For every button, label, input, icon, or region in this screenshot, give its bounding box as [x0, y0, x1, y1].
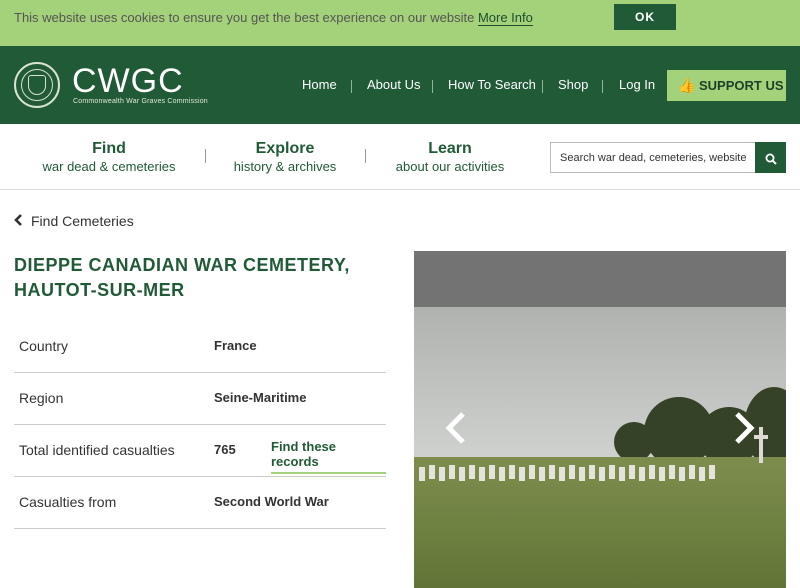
- page-title: DIEPPE CANADIAN WAR CEMETERY, HAUTOT-SUR…: [14, 255, 350, 300]
- section-learn-subtitle: about our activities: [395, 159, 505, 174]
- detail-label: Total identified casualties: [19, 442, 175, 458]
- back-to-find-cemeteries[interactable]: Find Cemeteries: [14, 213, 134, 229]
- headstone-graphic: [539, 467, 545, 481]
- search-button[interactable]: [755, 142, 786, 173]
- headstone-graphic: [589, 465, 595, 479]
- carousel-next-button[interactable]: [732, 411, 756, 451]
- headstone-graphic: [529, 465, 535, 479]
- nav-divider: [602, 80, 603, 93]
- section-learn[interactable]: Learn about our activities: [390, 140, 510, 175]
- headstone-graphic: [469, 465, 475, 479]
- headstone-graphic: [709, 465, 715, 479]
- headstone-graphic: [449, 465, 455, 479]
- carousel-prev-button[interactable]: [444, 411, 468, 451]
- detail-row-casualties: Total identified casualties 765 Find the…: [14, 425, 386, 477]
- search-icon: [765, 153, 777, 165]
- detail-row-country: Country France: [14, 321, 386, 373]
- headstone-graphic: [649, 465, 655, 479]
- headstone-graphic: [459, 467, 465, 481]
- headstone-graphic: [679, 467, 685, 481]
- nav-divider: [542, 80, 543, 93]
- headstone-rows-graphic: [414, 462, 715, 484]
- headstone-graphic: [689, 465, 695, 479]
- section-find-subtitle: war dead & cemeteries: [42, 159, 176, 174]
- cookie-message: This website uses cookies to ensure you …: [14, 10, 533, 26]
- section-divider: [365, 149, 366, 163]
- detail-label: Region: [19, 390, 64, 406]
- nav-shop[interactable]: Shop: [558, 77, 588, 92]
- headstone-graphic: [619, 467, 625, 481]
- section-explore[interactable]: Explore history & archives: [228, 140, 342, 175]
- nav-divider: [351, 80, 352, 93]
- chevron-right-icon: [735, 412, 755, 444]
- headstone-graphic: [509, 465, 515, 479]
- cemetery-details: Country France Region Seine-Maritime Tot…: [14, 321, 386, 529]
- support-us-button[interactable]: 👍 SUPPORT US: [667, 70, 786, 101]
- cemetery-image-carousel[interactable]: [414, 251, 786, 588]
- detail-label: Casualties from: [19, 494, 117, 510]
- cemetery-photo: [414, 307, 786, 588]
- back-link-label: Find Cemeteries: [31, 213, 134, 229]
- nav-about-us[interactable]: About Us: [367, 77, 420, 92]
- headstone-graphic: [579, 467, 585, 481]
- headstone-graphic: [669, 465, 675, 479]
- section-learn-title: Learn: [428, 140, 472, 157]
- support-us-label: SUPPORT US: [699, 78, 784, 93]
- logo-subtitle: Commonwealth War Graves Commission: [73, 98, 208, 105]
- headstone-graphic: [569, 465, 575, 479]
- detail-value: Seine-Maritime: [214, 390, 307, 405]
- chevron-left-icon: [14, 214, 22, 226]
- section-find-title: Find: [92, 140, 126, 157]
- headstone-graphic: [699, 467, 705, 481]
- section-find[interactable]: Find war dead & cemeteries: [40, 140, 178, 175]
- headstone-graphic: [429, 465, 435, 479]
- headstone-graphic: [639, 467, 645, 481]
- section-explore-title: Explore: [255, 140, 315, 157]
- cookie-text: This website uses cookies to ensure you …: [14, 10, 475, 25]
- headstone-graphic: [479, 467, 485, 481]
- detail-row-region: Region Seine-Maritime: [14, 373, 386, 425]
- nav-how-to-search[interactable]: How To Search: [448, 77, 536, 92]
- headstone-graphic: [489, 465, 495, 479]
- nav-divider: [432, 80, 433, 93]
- nav-home[interactable]: Home: [302, 77, 337, 92]
- headstone-graphic: [499, 467, 505, 481]
- headstone-graphic: [439, 467, 445, 481]
- chevron-left-icon: [445, 412, 465, 444]
- section-nav: Find war dead & cemeteries Explore histo…: [0, 124, 800, 190]
- headstone-graphic: [559, 467, 565, 481]
- detail-value: France: [214, 338, 257, 353]
- cookie-banner: This website uses cookies to ensure you …: [0, 0, 800, 46]
- more-info-link[interactable]: More Info: [477, 10, 533, 26]
- headstone-graphic: [419, 467, 425, 481]
- section-divider: [205, 149, 206, 163]
- cookie-ok-button[interactable]: OK: [614, 4, 676, 30]
- search-input[interactable]: [550, 142, 756, 173]
- headstone-graphic: [519, 467, 525, 481]
- nav-log-in[interactable]: Log In: [619, 77, 655, 92]
- cwgc-seal-icon[interactable]: [14, 62, 60, 108]
- detail-row-casualties-from: Casualties from Second World War: [14, 477, 386, 529]
- thumbs-up-icon: 👍: [678, 77, 696, 93]
- detail-label: Country: [19, 338, 69, 354]
- find-these-records-link[interactable]: Find these records: [271, 439, 386, 474]
- section-explore-subtitle: history & archives: [233, 159, 337, 174]
- site-header: CWGC Commonwealth War Graves Commission …: [0, 46, 800, 124]
- headstone-graphic: [659, 467, 665, 481]
- headstone-graphic: [599, 467, 605, 481]
- headstone-graphic: [629, 465, 635, 479]
- detail-value: Second World War: [214, 494, 329, 509]
- cross-of-sacrifice-graphic: [754, 427, 768, 463]
- headstone-graphic: [549, 465, 555, 479]
- headstone-graphic: [609, 465, 615, 479]
- detail-value: 765: [214, 442, 236, 457]
- logo-wordmark[interactable]: CWGC: [72, 64, 184, 98]
